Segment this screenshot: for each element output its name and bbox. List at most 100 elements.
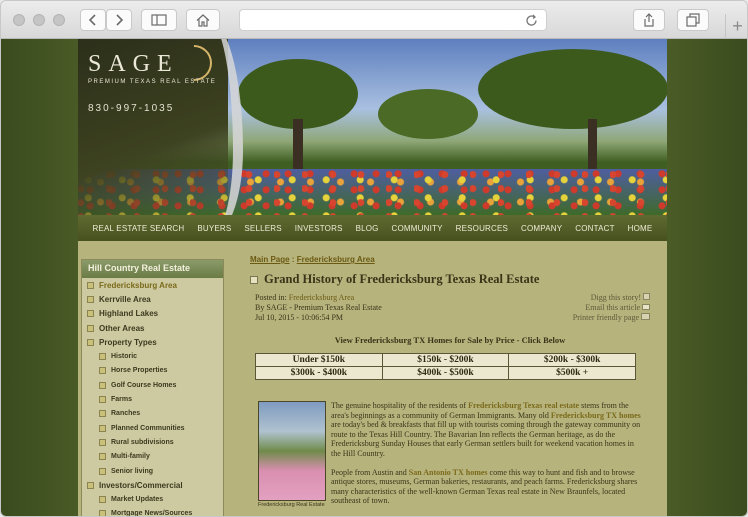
sidebar-button[interactable]	[141, 9, 177, 31]
nav-sellers[interactable]: SELLERS	[244, 224, 281, 233]
breadcrumb-main-page[interactable]: Main Page	[250, 255, 290, 264]
web-page: SAGE PREMIUM TEXAS REAL ESTATE 830-997-1…	[1, 39, 747, 517]
square-bullet-icon	[99, 410, 106, 418]
sidebar-item-label: Kerrville Area	[99, 294, 151, 304]
price-link-under-150k[interactable]: Under $150k	[255, 353, 383, 367]
address-bar[interactable]	[239, 9, 547, 31]
reload-icon[interactable]	[525, 14, 538, 27]
sidebar-item[interactable]: Senior living	[82, 464, 223, 478]
text-run: People from Austin and	[331, 467, 409, 477]
back-icon	[88, 14, 96, 26]
sidebar-item-label: Investors/Commercial	[99, 480, 183, 490]
email-icon	[642, 304, 650, 310]
posted-in-link[interactable]: Fredericksburg Area	[289, 293, 354, 302]
square-bullet-icon	[87, 281, 94, 289]
sidebar-item[interactable]: Planned Communities	[82, 421, 223, 435]
nav-buyers[interactable]: BUYERS	[197, 224, 231, 233]
breadcrumb-current[interactable]: Fredericksburg Area	[297, 255, 375, 264]
square-bullet-icon	[250, 275, 258, 284]
printer-icon	[641, 313, 650, 320]
sidebar-item[interactable]: Property Types	[82, 335, 223, 349]
forward-button[interactable]	[106, 9, 132, 31]
forward-icon	[116, 14, 124, 26]
printer-friendly-link[interactable]: Printer friendly page	[573, 313, 639, 322]
nav-real-estate-search[interactable]: REAL ESTATE SEARCH	[92, 224, 184, 233]
breadcrumb-separator: :	[289, 255, 297, 264]
price-link-150k-200k[interactable]: $150k - $200k	[381, 353, 510, 367]
sidebar-item-label: Property Types	[99, 337, 157, 347]
price-row: $300k - $400k $400k - $500k $500k +	[255, 366, 636, 380]
square-bullet-icon	[87, 295, 94, 303]
site-logo[interactable]: SAGE PREMIUM TEXAS REAL ESTATE	[88, 51, 216, 85]
price-link-400k-500k[interactable]: $400k - $500k	[381, 366, 510, 380]
close-window-button[interactable]	[13, 14, 25, 26]
sidebar-item[interactable]: Golf Course Homes	[82, 378, 223, 392]
sidebar-item-label: Multi-family	[111, 453, 150, 461]
home-button[interactable]	[186, 9, 220, 31]
browser-window: + SAGE PREMIUM TEXAS REAL ESTATE 830-997…	[0, 0, 748, 517]
link-fredericksburg-tx-homes[interactable]: Fredericksburg TX homes	[551, 411, 641, 420]
sidebar-item[interactable]: Other Areas	[82, 321, 223, 335]
sidebar-item[interactable]: Fredericksburg Area	[82, 278, 223, 292]
square-bullet-icon	[99, 453, 106, 461]
tree-trunk	[588, 119, 597, 174]
sidebar-item[interactable]: Mortgage News/Sources	[82, 507, 223, 517]
sidebar-item-label: Fredericksburg Area	[99, 280, 177, 290]
sidebar-item[interactable]: Kerrville Area	[82, 292, 223, 306]
article-meta: Posted in: Fredericksburg Area By SAGE -…	[250, 293, 650, 327]
minimize-window-button[interactable]	[33, 14, 45, 26]
price-link-200k-300k[interactable]: $200k - $300k	[508, 353, 636, 367]
sidebar-item[interactable]: Investors/Commercial	[82, 478, 223, 492]
browser-toolbar: +	[1, 1, 747, 39]
email-article-link[interactable]: Email this article	[585, 303, 640, 312]
sidebar-item-label: Mortgage News/Sources	[111, 510, 193, 517]
price-link-500k-plus[interactable]: $500k +	[508, 366, 636, 380]
square-bullet-icon	[87, 481, 94, 489]
sidebar-item[interactable]: Farms	[82, 392, 223, 406]
square-bullet-icon	[99, 496, 106, 504]
tree-canopy	[478, 49, 667, 129]
price-row: Under $150k $150k - $200k $200k - $300k	[255, 353, 636, 367]
article-text: The genuine hospitality of the residents…	[331, 401, 641, 515]
tabs-button[interactable]	[677, 9, 709, 31]
square-bullet-icon	[99, 467, 106, 475]
sidebar-icon	[151, 14, 167, 26]
square-bullet-icon	[99, 396, 106, 404]
phone-number: 830-997-1035	[88, 103, 175, 114]
sidebar-item[interactable]: Horse Properties	[82, 364, 223, 378]
sidebar-item[interactable]: Highland Lakes	[82, 307, 223, 321]
sidebar-item[interactable]: Market Updates	[82, 492, 223, 506]
price-table: Under $150k $150k - $200k $200k - $300k …	[255, 353, 636, 380]
nav-contact[interactable]: CONTACT	[575, 224, 614, 233]
nav-community[interactable]: COMMUNITY	[392, 224, 443, 233]
sidebar-item[interactable]: Rural subdivisions	[82, 435, 223, 449]
main-nav: REAL ESTATE SEARCH BUYERS SELLERS INVEST…	[78, 215, 667, 241]
share-button[interactable]	[633, 9, 665, 31]
link-san-antonio-tx-homes[interactable]: San Antonio TX homes	[409, 468, 488, 477]
article-title: Grand History of Fredericksburg Texas Re…	[264, 272, 540, 286]
maximize-window-button[interactable]	[53, 14, 65, 26]
sidebar-item[interactable]: Multi-family	[82, 450, 223, 464]
nav-company[interactable]: COMPANY	[521, 224, 562, 233]
sidebar-item[interactable]: Ranches	[82, 407, 223, 421]
price-heading: View Fredericksburg TX Homes for Sale by…	[334, 335, 566, 345]
digg-link[interactable]: Digg this story!	[591, 293, 641, 302]
square-bullet-icon	[87, 310, 94, 318]
posted-label: Posted in:	[255, 293, 289, 302]
nav-investors[interactable]: INVESTORS	[295, 224, 343, 233]
sidebar-item[interactable]: Historic	[82, 349, 223, 363]
sidebar-item-label: Ranches	[111, 410, 141, 418]
home-icon	[196, 13, 210, 27]
link-fredericksburg-texas-real-estate[interactable]: Fredericksburg Texas real estate	[468, 401, 579, 410]
article-photo	[258, 401, 326, 501]
main-content: Main Page : Fredericksburg Area Grand Hi…	[250, 255, 650, 516]
logo-text: SAGE	[88, 51, 179, 77]
square-bullet-icon	[87, 324, 94, 332]
back-button[interactable]	[80, 9, 106, 31]
sidebar-item-label: Senior living	[111, 467, 154, 475]
new-tab-icon[interactable]: +	[725, 14, 747, 39]
nav-resources[interactable]: RESOURCES	[456, 224, 508, 233]
price-link-300k-400k[interactable]: $300k - $400k	[255, 366, 383, 380]
nav-home[interactable]: HOME	[628, 224, 653, 233]
nav-blog[interactable]: BLOG	[356, 224, 379, 233]
